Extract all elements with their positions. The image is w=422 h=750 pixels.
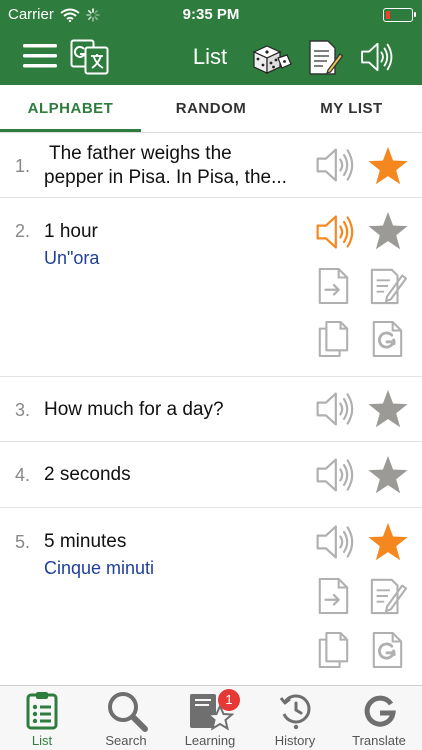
speaker-settings-icon[interactable] <box>356 40 396 74</box>
phrase-text: 2 seconds <box>44 464 131 485</box>
phrase-text-line: The father weighs the <box>49 143 232 164</box>
magnifier-icon <box>108 692 148 732</box>
hamburger-menu-icon[interactable] <box>22 42 58 70</box>
segment-tabs: ALPHABET RANDOM MY LIST <box>0 85 422 133</box>
tab-alphabet[interactable]: ALPHABET <box>0 85 141 133</box>
export-document-icon[interactable] <box>316 577 350 615</box>
edit-document-icon[interactable] <box>369 267 407 305</box>
row-number: 4. <box>15 465 31 485</box>
star-icon[interactable] <box>366 388 410 430</box>
google-translate-document-icon[interactable] <box>370 631 404 669</box>
bottom-tab-label: List <box>31 733 53 748</box>
list-item[interactable]: 4. 2 seconds <box>0 442 422 508</box>
bottom-tab-translate[interactable]: Translate <box>337 686 421 750</box>
google-translate-document-icon[interactable] <box>370 320 404 358</box>
translate-app-icon[interactable] <box>70 39 110 75</box>
bottom-tab-label: Translate <box>352 733 406 748</box>
row-number: 5. <box>15 532 31 552</box>
bottom-tab-search[interactable]: Search <box>84 686 168 750</box>
phrase-text: 1 hour <box>44 221 98 242</box>
notification-badge: 1 <box>218 689 240 711</box>
phrase-text: 5 minutes <box>44 531 127 552</box>
status-time: 9:35 PM <box>182 6 240 23</box>
nav-title: List <box>192 44 228 69</box>
status-bar: Carrier 9:35 PM <box>0 0 422 30</box>
star-icon[interactable] <box>366 145 410 187</box>
tab-random[interactable]: RANDOM <box>141 85 281 133</box>
speaker-icon[interactable] <box>313 212 355 252</box>
bottom-tab-list[interactable]: List <box>0 686 84 750</box>
bottom-tab-history[interactable]: History <box>253 686 337 750</box>
star-icon[interactable] <box>366 521 410 563</box>
phrase-translation: Un"ora <box>44 248 100 268</box>
list-item[interactable]: 2. 1 hour Un"ora <box>0 198 422 377</box>
phrase-text: The father weighs the pepper in Pisa. In… <box>44 142 306 190</box>
list-item[interactable]: 1. The father weighs the pepper in Pisa.… <box>0 133 422 198</box>
row-number: 3. <box>15 400 31 420</box>
speaker-icon[interactable] <box>313 522 355 562</box>
bottom-tab-label: History <box>274 733 316 748</box>
row-number: 2. <box>15 221 31 241</box>
copy-document-icon[interactable] <box>316 631 350 669</box>
random-dice-icon[interactable] <box>251 40 293 76</box>
tab-my-list[interactable]: MY LIST <box>281 85 422 133</box>
nav-bar: List <box>0 30 422 85</box>
active-tab-indicator <box>0 129 141 132</box>
phrase-text: How much for a day? <box>44 399 224 420</box>
bottom-tab-learning[interactable]: 1 Learning <box>168 686 252 750</box>
battery-icon <box>383 8 416 22</box>
bottom-tab-label: Search <box>105 733 147 748</box>
bottom-tab-label: Learning <box>184 733 236 748</box>
row-number: 1. <box>15 156 31 176</box>
phrase-list: 1. The father weighs the pepper in Pisa.… <box>0 133 422 685</box>
speaker-icon[interactable] <box>313 389 355 429</box>
history-clock-icon <box>279 694 311 730</box>
phrase-text-line: pepper in Pisa. In Pisa, the... <box>44 167 287 188</box>
google-g-icon <box>364 695 396 727</box>
speaker-icon[interactable] <box>313 455 355 495</box>
bottom-tab-bar: List Search 1 Learning History Translate <box>0 685 422 750</box>
list-item[interactable]: 3. How much for a day? <box>0 377 422 442</box>
speaker-icon[interactable] <box>313 145 355 185</box>
clipboard-list-icon <box>26 692 58 730</box>
copy-document-icon[interactable] <box>316 320 350 358</box>
star-icon[interactable] <box>366 210 410 252</box>
export-document-icon[interactable] <box>316 267 350 305</box>
star-icon[interactable] <box>366 454 410 496</box>
phrase-translation: Cinque minuti <box>44 558 155 578</box>
document-pen-icon[interactable] <box>307 39 343 77</box>
edit-document-icon[interactable] <box>369 577 407 615</box>
list-item[interactable]: 5. 5 minutes Cinque minuti <box>0 508 422 685</box>
